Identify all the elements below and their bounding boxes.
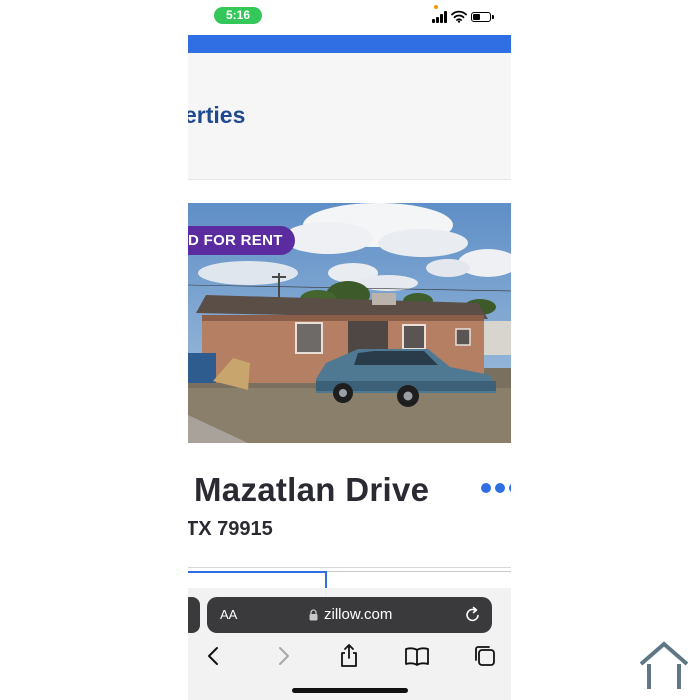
listing-street-address: Mazatlan Drive [194,471,430,508]
site-header-bar [188,35,511,53]
listing-locality: TX 79915 [188,518,273,540]
lock-icon [309,609,318,621]
share-icon[interactable] [336,643,362,669]
browser-toolbar [188,643,511,669]
bookmarks-icon[interactable] [404,643,430,669]
cellular-signal-icon [432,11,448,23]
battery-icon [471,12,494,22]
url-domain: zillow.com [324,606,393,623]
section-title: erties [188,102,246,128]
status-bar: 5:16 [188,0,511,34]
reload-icon[interactable] [465,606,481,623]
section-divider [188,567,511,568]
screenshot-stage: 5:16 erties D FOR RENT Mazatlan Drive TX… [0,0,700,700]
phone-screen: 5:16 erties D FOR RENT Mazatlan Drive TX… [188,0,511,700]
privacy-indicator-dot [434,5,438,9]
text-size-label: AA [220,607,238,622]
status-time: 5:16 [214,7,262,24]
wifi-icon [451,10,467,23]
previous-tab-preview[interactable] [188,597,200,633]
for-rent-badge: D FOR RENT [188,226,295,255]
browser-chrome: AA zillow.com [188,588,511,700]
listing-photo[interactable]: D FOR RENT [188,203,511,443]
more-options-icon[interactable] [481,483,511,495]
forward-icon[interactable] [270,643,296,669]
text-size-button[interactable]: AA [220,607,237,622]
tabs-icon[interactable] [472,643,498,669]
back-icon[interactable] [201,643,227,669]
house-watermark-icon [639,641,689,689]
address-bar[interactable]: AA zillow.com [207,597,492,633]
properties-section: erties [188,53,511,180]
home-indicator [292,688,408,693]
